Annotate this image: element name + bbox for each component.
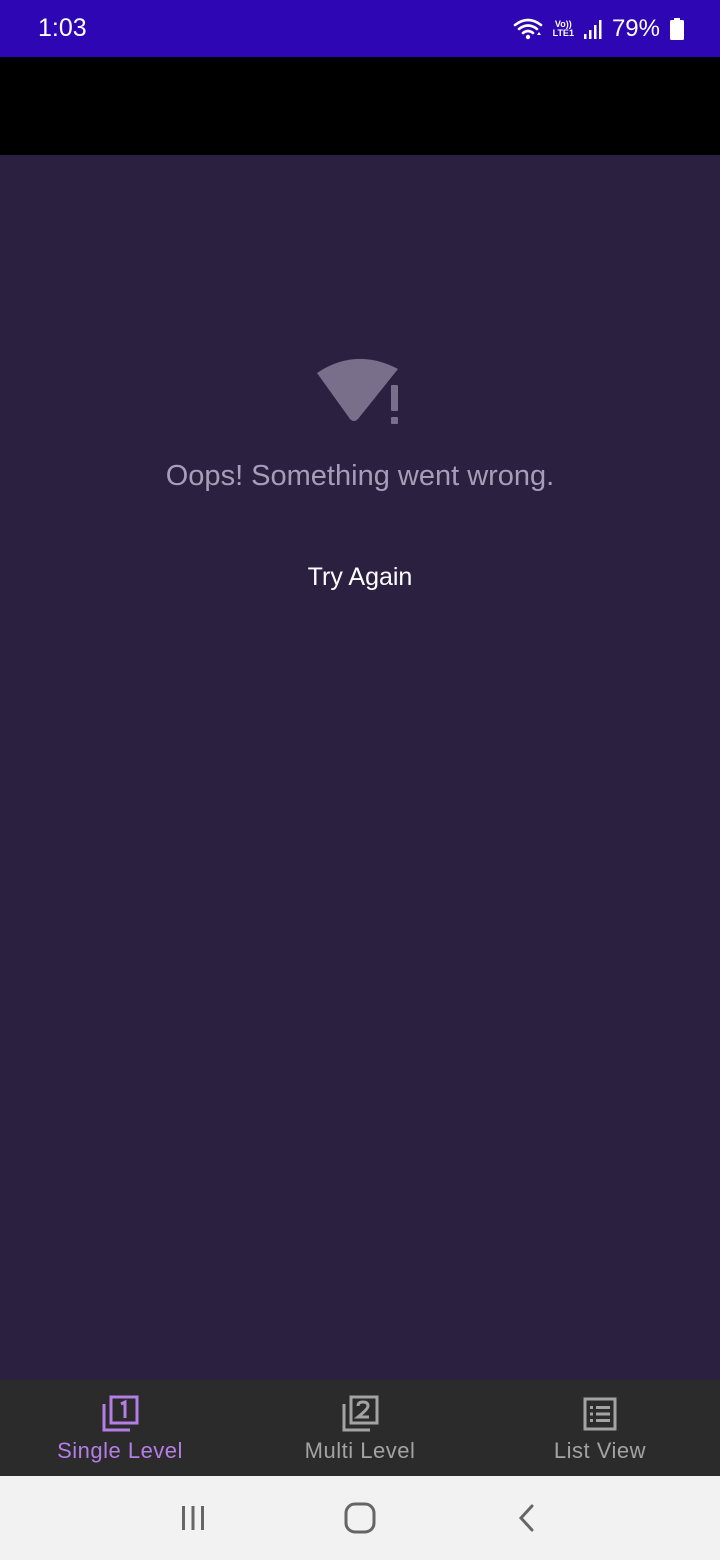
wifi-off-alert-icon bbox=[312, 355, 408, 431]
content-area bbox=[0, 155, 720, 1380]
home-icon[interactable] bbox=[330, 1488, 390, 1548]
filter-2-icon bbox=[340, 1394, 380, 1434]
nav-label-list-view: List View bbox=[553, 1438, 647, 1463]
status-time: 1:03 bbox=[38, 14, 87, 42]
back-icon[interactable] bbox=[497, 1488, 557, 1548]
recent-apps-icon[interactable] bbox=[163, 1488, 223, 1548]
status-bar: 1:03 Vo)) LTE1 79% bbox=[0, 0, 720, 57]
nav-label-multi-level: Multi Level bbox=[304, 1438, 416, 1463]
nav-item-single-level[interactable]: Single Level bbox=[0, 1380, 240, 1476]
wifi-icon bbox=[513, 17, 543, 41]
filter-1-icon bbox=[100, 1394, 140, 1434]
nav-label-single-level: Single Level bbox=[57, 1438, 183, 1463]
system-navigation-bar bbox=[0, 1476, 720, 1560]
battery-icon bbox=[670, 17, 684, 40]
battery-level: 79% bbox=[611, 14, 660, 42]
network-type: Vo)) LTE1 bbox=[552, 19, 574, 38]
status-icons: Vo)) LTE1 79% bbox=[513, 15, 684, 43]
error-message: Oops! Something went wrong. bbox=[165, 460, 555, 492]
nav-item-list-view[interactable]: List View bbox=[480, 1380, 720, 1476]
nav-item-multi-level[interactable]: Multi Level bbox=[240, 1380, 480, 1476]
try-again-button[interactable]: Try Again bbox=[280, 552, 440, 602]
signal-icon bbox=[583, 18, 602, 40]
bottom-navigation: Single Level Multi Level List View bbox=[0, 1380, 720, 1476]
app-toolbar bbox=[0, 57, 720, 155]
list-view-icon bbox=[580, 1394, 620, 1434]
network-label-bottom: LTE1 bbox=[552, 27, 574, 38]
